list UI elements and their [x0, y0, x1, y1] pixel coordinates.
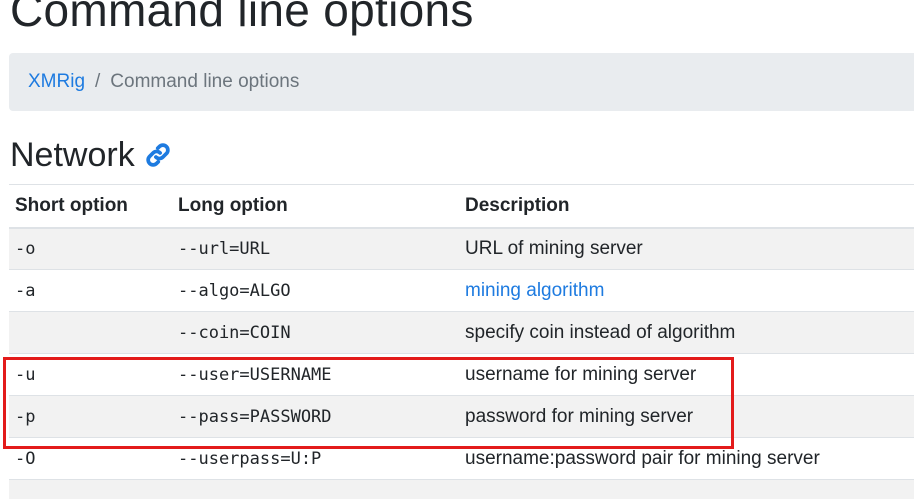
breadcrumb-home-link[interactable]: XMRig — [28, 71, 85, 93]
table-header-row: Short option Long option Description — [9, 184, 914, 229]
short-option-cell: -p — [9, 395, 172, 438]
table-row — [9, 479, 914, 499]
table-row: -u --user=USERNAME username for mining s… — [9, 353, 914, 396]
short-option-cell: -u — [9, 353, 172, 396]
header-short-option: Short option — [9, 184, 172, 229]
short-option-cell — [9, 311, 172, 354]
breadcrumb-current: Command line options — [110, 71, 300, 92]
long-option-cell — [172, 479, 459, 499]
long-option-cell: --algo=ALGO — [172, 269, 459, 312]
description-cell: URL of mining server — [459, 227, 914, 270]
short-option-cell: -a — [9, 269, 172, 312]
long-option-cell: --coin=COIN — [172, 311, 459, 354]
short-option-cell: -O — [9, 437, 172, 480]
table-row: -a --algo=ALGO mining algorithm — [9, 269, 914, 312]
description-cell: mining algorithm — [459, 269, 914, 312]
table-row: -p --pass=PASSWORD password for mining s… — [9, 395, 914, 438]
long-option-cell: --user=USERNAME — [172, 353, 459, 396]
description-cell: username for mining server — [459, 353, 914, 396]
table-row: -o --url=URL URL of mining server — [9, 227, 914, 270]
mining-algorithm-link[interactable]: mining algorithm — [465, 280, 604, 301]
section-heading: Network — [10, 133, 172, 177]
table-row: -O --userpass=U:P username:password pair… — [9, 437, 914, 480]
short-option-cell: -o — [9, 227, 172, 270]
page: Command line options XMRig / Command lin… — [0, 0, 914, 499]
description-cell: username:password pair for mining server — [459, 437, 914, 480]
header-description: Description — [459, 184, 914, 229]
section-heading-text: Network — [10, 136, 135, 174]
link-icon[interactable] — [144, 141, 172, 169]
breadcrumb-separator: / — [95, 71, 101, 92]
page-title: Command line options — [10, 0, 474, 36]
description-cell: password for mining server — [459, 395, 914, 438]
table-row: --coin=COIN specify coin instead of algo… — [9, 311, 914, 354]
description-cell: specify coin instead of algorithm — [459, 311, 914, 354]
breadcrumb: XMRig / Command line options — [9, 53, 914, 111]
description-cell — [459, 479, 914, 499]
long-option-cell: --url=URL — [172, 227, 459, 270]
long-option-cell: --userpass=U:P — [172, 437, 459, 480]
short-option-cell — [9, 479, 172, 499]
long-option-cell: --pass=PASSWORD — [172, 395, 459, 438]
options-table: Short option Long option Description -o … — [9, 184, 914, 499]
header-long-option: Long option — [172, 184, 459, 229]
